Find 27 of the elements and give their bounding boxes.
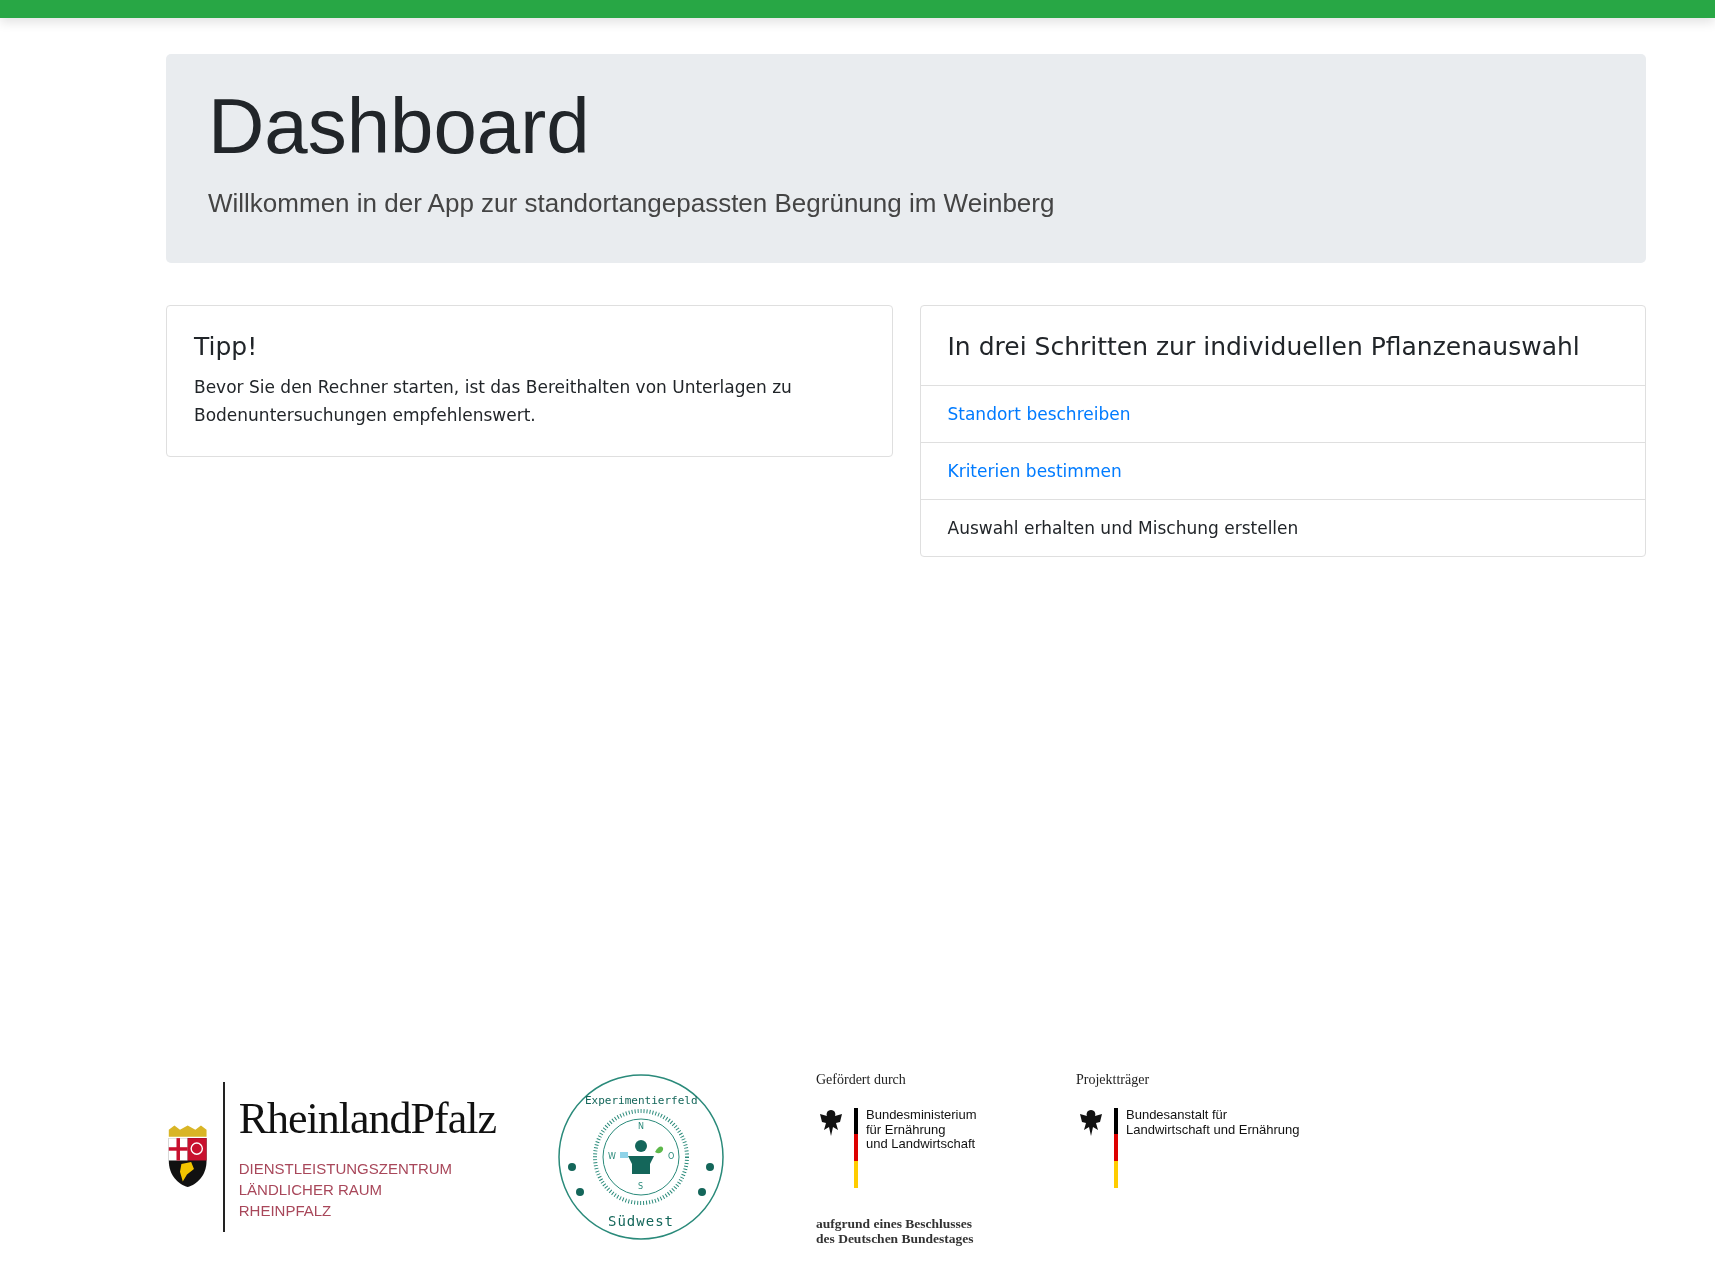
card-title: Tipp! [194,331,259,361]
logo-text: RHEINPFALZ [238,1200,333,1221]
logo-wordmark: RheinlandPfalz [238,1092,496,1144]
compass-letter: W [608,1151,616,1161]
page-title: Dashboard [208,81,591,172]
logo-text: Bundesanstalt für [1126,1107,1229,1123]
step-text: Auswahl erhalten und Mischung erstellen [947,517,1299,538]
logo-text: für Ernährung [866,1122,947,1138]
seal-text: Südwest [607,1212,675,1230]
logo-text: und Landwirtschaft [866,1137,977,1153]
logo-note: des Deutschen Bundestages [816,1231,975,1247]
step-link[interactable]: Standort beschreiben [947,403,1131,424]
compass-letter: N [638,1121,644,1131]
step-link[interactable]: Kriterien bestimmen [947,460,1122,481]
tip-text: Bevor Sie den Rechner starten, ist das Bereithalten von Unterlagen zu Bodenuntersuchungen empfehlenswert. [194,375,793,427]
seal-text: Experimentierfeld [585,1093,697,1108]
compass-letter: O [668,1151,675,1161]
logo-text: LÄNDLICHER RAUM [238,1179,384,1200]
logo-text: Landwirtschaft und Ernährung [1126,1122,1300,1138]
logo-caption: Gefördert durch [816,1071,907,1088]
compass-letter: S [638,1181,644,1191]
logo-text: Bundesministerium [866,1107,977,1123]
logo-caption: Projektträger [1076,1071,1151,1088]
page-subtitle: Willkommen in der App zur standortangepassten Begrünung im Weinberg [208,187,1056,219]
card-title: In drei Schritten zur individuellen Pflanzenauswahl [947,331,1581,361]
logo-note: aufgrund eines Beschlusses [816,1215,974,1232]
logo-text: DIENSTLEISTUNGSZENTRUM [238,1158,454,1179]
